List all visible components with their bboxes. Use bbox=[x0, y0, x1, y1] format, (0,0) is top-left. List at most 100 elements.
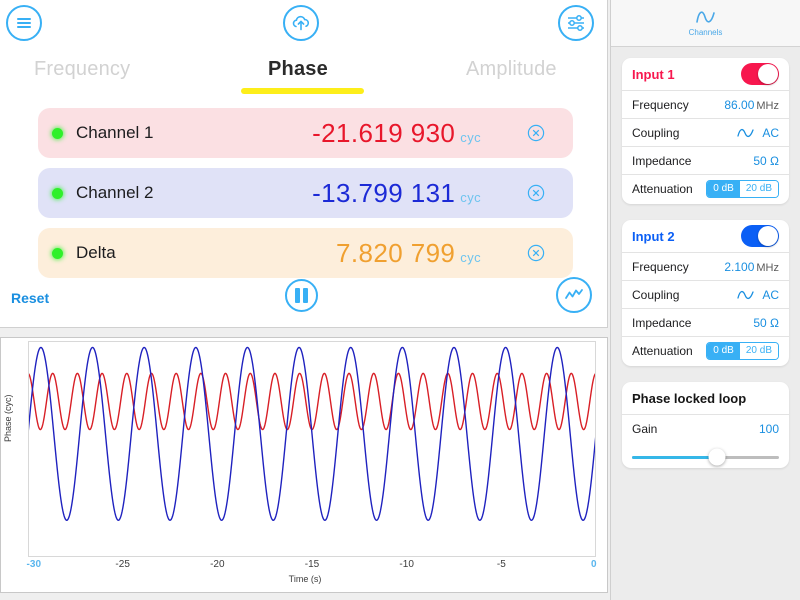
chart-x-axis: -30-25-20-15-10-50 bbox=[1, 559, 609, 573]
row-frequency[interactable]: Frequency 2.100MHz bbox=[622, 252, 789, 280]
chart-x-tick: -25 bbox=[115, 559, 129, 570]
channel-close-icon[interactable] bbox=[527, 244, 545, 262]
hamburger-menu-icon[interactable] bbox=[6, 5, 42, 41]
row-unit: MHz bbox=[756, 262, 779, 274]
attenuation-segmented-control[interactable]: 0 dB 20 dB bbox=[706, 180, 779, 198]
gain-slider-row bbox=[622, 442, 789, 468]
toggle-knob bbox=[758, 226, 778, 246]
chart-x-tick: -10 bbox=[399, 559, 413, 570]
chart-x-tick: -5 bbox=[497, 559, 506, 570]
channel-row-2[interactable]: Channel 2 -13.799 131cyc bbox=[38, 168, 573, 218]
close-circle-glyph bbox=[527, 244, 545, 262]
measurement-card: Frequency Phase Amplitude Channel 1 -21.… bbox=[0, 0, 608, 328]
row-impedance[interactable]: Impedance 50 Ω bbox=[622, 308, 789, 336]
channel-status-led bbox=[52, 188, 63, 199]
reset-button[interactable]: Reset bbox=[11, 290, 49, 306]
hamburger-menu-glyph bbox=[15, 16, 33, 30]
segment-20db[interactable]: 20 dB bbox=[740, 343, 778, 359]
row-attenuation: Attenuation 0 dB 20 dB bbox=[622, 336, 789, 364]
waveform-icon[interactable] bbox=[556, 277, 592, 313]
row-frequency[interactable]: Frequency 86.00MHz bbox=[622, 90, 789, 118]
segment-0db[interactable]: 0 dB bbox=[707, 343, 740, 359]
row-key: Attenuation bbox=[632, 182, 706, 196]
pause-icon[interactable] bbox=[285, 279, 318, 312]
row-key: Impedance bbox=[632, 316, 753, 330]
chart-x-axis-label: Time (s) bbox=[1, 574, 609, 584]
tab-amplitude[interactable]: Amplitude bbox=[466, 58, 557, 81]
row-coupling[interactable]: Coupling AC bbox=[622, 118, 789, 146]
row-value: 100 bbox=[759, 422, 779, 436]
row-key: Coupling bbox=[632, 126, 737, 140]
measurement-tabs: Frequency Phase Amplitude bbox=[0, 58, 608, 102]
toggle-knob bbox=[758, 64, 778, 84]
chart-x-tick: -15 bbox=[305, 559, 319, 570]
ac-sine-icon bbox=[737, 127, 755, 139]
cloud-upload-icon[interactable] bbox=[283, 5, 319, 41]
channel-name: Delta bbox=[76, 243, 116, 263]
sidebar-tab-channels[interactable]: Channels bbox=[611, 0, 800, 47]
segment-0db[interactable]: 0 dB bbox=[707, 181, 740, 197]
row-key: Frequency bbox=[632, 98, 724, 112]
row-coupling[interactable]: Coupling AC bbox=[622, 280, 789, 308]
transport-controls: Reset bbox=[0, 283, 608, 328]
row-key: Frequency bbox=[632, 260, 724, 274]
app-root: Frequency Phase Amplitude Channel 1 -21.… bbox=[0, 0, 800, 600]
channel-close-icon[interactable] bbox=[527, 124, 545, 142]
chart-series-channel-2 bbox=[28, 347, 596, 520]
row-impedance[interactable]: Impedance 50 Ω bbox=[622, 146, 789, 174]
waveform-glyph bbox=[563, 285, 585, 305]
row-key: Gain bbox=[632, 422, 759, 436]
attenuation-segmented-control[interactable]: 0 dB 20 dB bbox=[706, 342, 779, 360]
row-value: 86.00 bbox=[724, 98, 754, 112]
sidebar-tab-label: Channels bbox=[689, 28, 723, 37]
panel-title: Input 2 bbox=[632, 229, 741, 244]
gain-slider-thumb[interactable] bbox=[709, 449, 726, 466]
chart-plot-area[interactable] bbox=[28, 341, 596, 557]
ac-sine-icon bbox=[737, 289, 755, 301]
channel-value: -13.799 131 bbox=[312, 178, 455, 208]
chart-y-axis-label: Phase (cyc) bbox=[3, 394, 13, 442]
channel-unit: cyc bbox=[460, 130, 481, 145]
input-1-toggle[interactable] bbox=[741, 63, 779, 85]
gain-slider-fill bbox=[632, 456, 717, 459]
phase-chart: Phase (cyc) 20 cyc -80 cyc Clear -30-25-… bbox=[0, 337, 608, 593]
channel-value-container: 7.820 799 cyc bbox=[336, 238, 481, 269]
chart-series-channel-1 bbox=[28, 373, 596, 429]
row-value: 2.100 bbox=[724, 260, 754, 274]
sliders-settings-icon[interactable] bbox=[558, 5, 594, 41]
row-value: AC bbox=[762, 126, 779, 140]
row-value: 50 Ω bbox=[753, 316, 779, 330]
panel-title: Phase locked loop bbox=[632, 391, 779, 406]
channel-status-led bbox=[52, 248, 63, 259]
row-value-container: 86.00MHz bbox=[724, 98, 779, 112]
pause-bar-right bbox=[303, 288, 308, 303]
channel-close-icon[interactable] bbox=[527, 184, 545, 202]
row-gain[interactable]: Gain 100 bbox=[622, 414, 789, 442]
row-key: Impedance bbox=[632, 154, 753, 168]
tab-phase[interactable]: Phase bbox=[268, 58, 328, 81]
segment-20db[interactable]: 20 dB bbox=[740, 181, 778, 197]
tab-frequency[interactable]: Frequency bbox=[34, 58, 130, 81]
close-circle-glyph bbox=[527, 184, 545, 202]
channel-value-container: -21.619 930 cyc bbox=[312, 118, 481, 149]
row-key: Coupling bbox=[632, 288, 737, 302]
row-value: 50 Ω bbox=[753, 154, 779, 168]
sine-wave-icon bbox=[694, 9, 718, 27]
channel-row-delta[interactable]: Delta 7.820 799 cyc bbox=[38, 228, 573, 278]
pause-bar-left bbox=[295, 288, 300, 303]
chart-svg bbox=[28, 341, 596, 557]
channel-unit: cyc bbox=[460, 250, 481, 265]
row-attenuation: Attenuation 0 dB 20 dB bbox=[622, 174, 789, 202]
channel-value: 7.820 799 bbox=[336, 238, 455, 268]
row-unit: MHz bbox=[756, 100, 779, 112]
panel-header: Input 2 bbox=[622, 220, 789, 252]
sliders-settings-glyph bbox=[565, 13, 587, 33]
main-panel: Frequency Phase Amplitude Channel 1 -21.… bbox=[0, 0, 610, 600]
panel-input-1: Input 1 Frequency 86.00MHz Coupling AC I… bbox=[622, 58, 789, 204]
input-2-toggle[interactable] bbox=[741, 225, 779, 247]
gain-slider[interactable] bbox=[632, 456, 779, 459]
right-sidebar: Channels Input 1 Frequency 86.00MHz Coup… bbox=[610, 0, 800, 600]
channel-status-led bbox=[52, 128, 63, 139]
channel-row-1[interactable]: Channel 1 -21.619 930cyc bbox=[38, 108, 573, 158]
channel-value: -21.619 930 bbox=[312, 118, 455, 148]
